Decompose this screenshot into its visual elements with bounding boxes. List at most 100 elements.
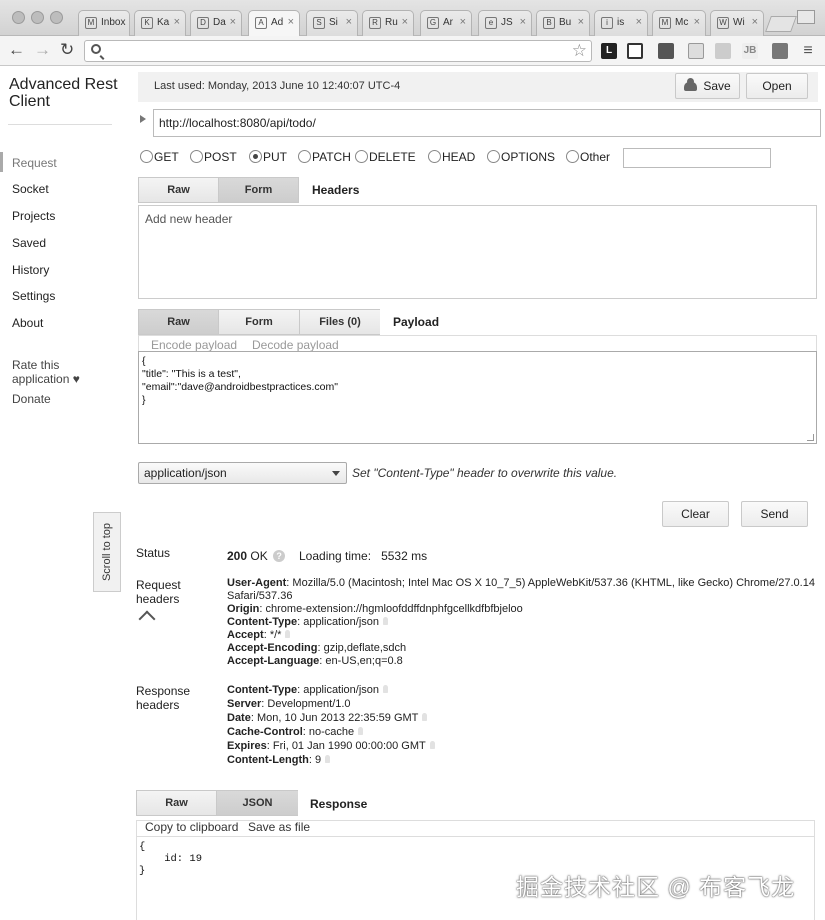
- sidebar-item-saved[interactable]: Saved: [12, 236, 46, 250]
- extension-icon[interactable]: [658, 43, 674, 59]
- browser-tab[interactable]: M Inbox: [78, 10, 130, 36]
- header-value: Fri, 01 Jan 1990 00:00:00 GMT: [272, 740, 426, 752]
- browser-tab[interactable]: S Si ×: [306, 10, 358, 36]
- close-tab-icon[interactable]: ×: [520, 16, 526, 28]
- rate-app-link[interactable]: Rate this application ♥: [12, 358, 92, 386]
- site-icon: A: [255, 17, 267, 29]
- hint-icon[interactable]: [422, 713, 428, 721]
- qr-code-icon[interactable]: [627, 43, 643, 59]
- decode-payload-link[interactable]: Decode payload: [252, 338, 339, 352]
- payload-textarea[interactable]: { "title": "This is a test", "email":"da…: [138, 351, 817, 444]
- last-used-text: Last used: Monday, 2013 June 10 12:40:07…: [154, 80, 401, 92]
- method-put-radio[interactable]: PUT: [249, 150, 287, 164]
- forward-arrow-icon[interactable]: →: [34, 41, 51, 59]
- bookmark-star-icon[interactable]: ☆: [572, 41, 587, 61]
- url-input[interactable]: [153, 109, 821, 137]
- method-other-radio[interactable]: Other: [566, 150, 610, 164]
- payload-tab-raw[interactable]: Raw: [139, 310, 219, 334]
- hint-icon[interactable]: [285, 630, 291, 638]
- browser-tab[interactable]: K Ka ×: [134, 10, 186, 36]
- clear-button[interactable]: Clear: [662, 501, 729, 527]
- method-head-radio[interactable]: HEAD: [428, 150, 475, 164]
- scroll-to-top-button[interactable]: Scroll to top: [93, 512, 121, 592]
- close-tab-icon[interactable]: ×: [288, 16, 294, 28]
- reload-icon[interactable]: ↻: [60, 41, 74, 59]
- browser-tab[interactable]: i is ×: [594, 10, 648, 36]
- save-as-file-link[interactable]: Save as file: [248, 820, 310, 834]
- browser-tab[interactable]: R Ru ×: [362, 10, 414, 36]
- cloud-icon: [684, 78, 698, 91]
- encode-payload-link[interactable]: Encode payload: [151, 338, 237, 352]
- radio-icon: [355, 150, 368, 163]
- copy-to-clipboard-link[interactable]: Copy to clipboard: [145, 820, 238, 834]
- donate-link[interactable]: Donate: [12, 392, 51, 406]
- headers-editor[interactable]: [138, 205, 817, 299]
- sidebar-item-projects[interactable]: Projects: [12, 209, 55, 223]
- close-tab-icon[interactable]: ×: [174, 16, 180, 28]
- close-tab-icon[interactable]: ×: [346, 16, 352, 28]
- payload-tab-files[interactable]: Files (0): [300, 310, 380, 334]
- minimize-window-button[interactable]: [31, 11, 44, 24]
- sidebar-item-history[interactable]: History: [12, 263, 49, 277]
- extension-icon[interactable]: [688, 43, 704, 59]
- browser-tab[interactable]: D Da ×: [190, 10, 242, 36]
- save-button[interactable]: Save: [675, 73, 740, 99]
- chevron-up-icon[interactable]: [138, 610, 156, 628]
- hint-icon[interactable]: [358, 727, 364, 735]
- sidebar-item-socket[interactable]: Socket: [12, 182, 49, 196]
- payload-tab-form[interactable]: Form: [219, 310, 300, 334]
- method-post-radio[interactable]: POST: [190, 150, 237, 164]
- extension-icon[interactable]: [715, 43, 731, 59]
- browser-tab[interactable]: M Mc ×: [652, 10, 706, 36]
- browser-tab[interactable]: W Wi ×: [710, 10, 764, 36]
- expand-url-arrow-icon[interactable]: [140, 115, 146, 123]
- extension-l-icon[interactable]: L: [601, 43, 617, 59]
- new-tab-button[interactable]: [765, 16, 797, 32]
- hint-icon[interactable]: [383, 617, 389, 625]
- close-window-button[interactable]: [12, 11, 25, 24]
- close-tab-icon[interactable]: ×: [460, 16, 466, 28]
- resize-grip-icon[interactable]: [807, 434, 814, 441]
- close-tab-icon[interactable]: ×: [402, 16, 408, 28]
- hint-icon[interactable]: [429, 741, 435, 749]
- header-name: Origin: [227, 603, 260, 615]
- jb-extension-icon[interactable]: JB: [742, 43, 758, 59]
- response-tab-json[interactable]: JSON: [217, 791, 298, 815]
- close-tab-icon[interactable]: ×: [752, 16, 758, 28]
- extension-icon[interactable]: [772, 43, 788, 59]
- browser-tab[interactable]: B Bu ×: [536, 10, 590, 36]
- fullscreen-icon[interactable]: [797, 10, 815, 24]
- close-tab-icon[interactable]: ×: [578, 16, 584, 28]
- close-tab-icon[interactable]: ×: [636, 16, 642, 28]
- browser-tab[interactable]: G Ar ×: [420, 10, 472, 36]
- method-patch-radio[interactable]: PATCH: [298, 150, 351, 164]
- github-icon: G: [427, 17, 439, 29]
- hint-icon[interactable]: [325, 755, 331, 763]
- address-bar[interactable]: ☆: [84, 40, 592, 62]
- other-method-input[interactable]: [623, 148, 771, 168]
- browser-tab-active[interactable]: A Ad ×: [248, 10, 300, 36]
- headers-tab-form[interactable]: Form: [219, 178, 299, 202]
- response-header-line: Server: Development/1.0: [227, 698, 351, 710]
- close-tab-icon[interactable]: ×: [230, 16, 236, 28]
- close-tab-icon[interactable]: ×: [694, 16, 700, 28]
- sidebar-item-about[interactable]: About: [12, 316, 43, 330]
- headers-tab-raw[interactable]: Raw: [139, 178, 219, 202]
- hint-icon[interactable]: [383, 685, 389, 693]
- method-options-radio[interactable]: OPTIONS: [487, 150, 555, 164]
- content-type-select[interactable]: application/json: [138, 462, 347, 484]
- sidebar-item-request[interactable]: Request: [12, 156, 57, 170]
- response-tab-raw[interactable]: Raw: [137, 791, 217, 815]
- method-delete-radio[interactable]: DELETE: [355, 150, 416, 164]
- help-icon[interactable]: ?: [273, 550, 286, 562]
- sidebar-item-settings[interactable]: Settings: [12, 289, 55, 303]
- send-button[interactable]: Send: [741, 501, 808, 527]
- browser-tab[interactable]: e JS ×: [478, 10, 532, 36]
- back-arrow-icon[interactable]: ←: [8, 41, 25, 59]
- response-header-line: Date: Mon, 10 Jun 2013 22:35:59 GMT: [227, 712, 428, 725]
- method-get-radio[interactable]: GET: [140, 150, 179, 164]
- open-button[interactable]: Open: [746, 73, 808, 99]
- zoom-window-button[interactable]: [50, 11, 63, 24]
- menu-icon[interactable]: ≡: [800, 43, 816, 59]
- add-header-link[interactable]: Add new header: [145, 212, 232, 226]
